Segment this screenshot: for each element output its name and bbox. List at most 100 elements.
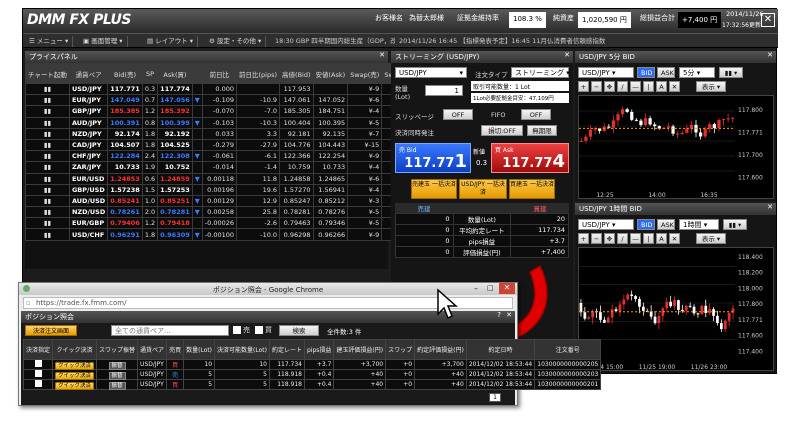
ask-cell[interactable]: 122.308 (157, 150, 193, 163)
delete-icon[interactable]: ✕ (669, 233, 680, 244)
chart-launch-icon[interactable]: ▮▮ (25, 183, 70, 196)
lossless-button[interactable]: 損切:OFF (481, 125, 523, 136)
chart1-ask-button[interactable]: ASK (657, 67, 675, 78)
hline-icon[interactable]: — (630, 233, 641, 244)
rate-row[interactable]: ▮▮ GBP/USD 1.57238 1.5 1.57253 0.00196 19.6 1.5… (25, 183, 448, 196)
rate-row[interactable]: ▮▮ CHF/JPY 122.284 2.4 122.308 ▼ -0.061 -6.1 122… (25, 150, 448, 163)
close-icon[interactable]: ✕ (767, 51, 773, 59)
chart2-period-select[interactable]: 1時間 ▾ (679, 219, 719, 230)
search-button[interactable]: 検索 (279, 325, 319, 336)
pair-filter-input[interactable]: 全ての通貨ペア... (111, 325, 229, 336)
sell-checkbox[interactable] (233, 326, 241, 334)
position-col-header[interactable]: 売買 (166, 339, 185, 360)
quick-settle-button[interactable]: クイック決済 (55, 361, 95, 370)
rate-row[interactable]: ▮▮ NZD/JPY 92.174 1.8 92.192 0.033 3.3 92.181 92… (25, 127, 448, 140)
bid-cell[interactable]: 1.24853 (107, 172, 143, 185)
bid-cell[interactable]: 0.96291 (107, 228, 143, 241)
buy-all-button[interactable]: 買建玉 一括決済 (509, 179, 555, 199)
rate-col-header[interactable]: チャート起動 (25, 63, 70, 84)
position-col-header[interactable]: 数量(Lot) (183, 339, 216, 360)
rate-row[interactable]: ▮▮ GBP/JPY 185.385 1.2 185.392 -0.070 -7.0 185.… (25, 105, 448, 118)
position-row[interactable]: クイック決済 振替 USD/JPY 売 5 5 118.918 +0.4 +40 +0 +40 201… (22, 369, 602, 380)
bid-cell[interactable]: 1.57238 (107, 183, 143, 196)
bid-cell[interactable]: 122.284 (107, 150, 143, 163)
ask-cell[interactable]: 0.78281 (157, 206, 193, 219)
draw-line-icon[interactable]: / (617, 81, 628, 92)
position-col-header[interactable]: pips損益 (303, 339, 335, 360)
sell-button[interactable]: 売 Bid 117.771 (395, 143, 471, 173)
bid-cell[interactable]: 92.174 (107, 127, 143, 140)
screen-button[interactable]: ▣ 画面管理 ▾ (79, 36, 128, 47)
buy-checkbox[interactable] (255, 326, 263, 334)
bid-cell[interactable]: 117.771 (107, 82, 143, 96)
slip-toggle[interactable]: OFF (443, 109, 473, 120)
swap-transfer-button[interactable]: 振替 (108, 381, 126, 390)
order-type-select[interactable]: ストリーミング ▾ (511, 67, 570, 78)
chart1-type-button[interactable]: ▮▮ ▾ (719, 67, 743, 78)
position-col-header[interactable]: 決済可能数量(Lot) (214, 339, 270, 360)
position-col-header[interactable]: 注文番号 (534, 339, 602, 360)
rate-row[interactable]: ▮▮ CAD/JPY 104.507 1.8 104.525 -0.279 -27.9 104… (25, 138, 448, 152)
fifo-toggle[interactable]: OFF (521, 109, 551, 120)
quick-settle-button[interactable]: クイック決済 (55, 381, 95, 390)
position-col-header[interactable]: 約定日時 (465, 339, 536, 360)
zoom-out-icon[interactable]: − (591, 233, 602, 244)
close-icon[interactable]: ✕ (379, 51, 385, 59)
chart-launch-icon[interactable]: ▮▮ (25, 82, 70, 96)
bid-cell[interactable]: 0.78261 (107, 206, 143, 219)
draw-line-icon[interactable]: / (617, 233, 628, 244)
rate-col-header[interactable]: 前日比(pips) (236, 63, 281, 84)
rate-row[interactable]: ▮▮ USD/JPY 117.771 0.3 117.774 0.000 117.953 ¥-… (25, 82, 448, 96)
ask-cell[interactable]: 1.57253 (157, 183, 193, 196)
chart-launch-icon[interactable]: ▮▮ (25, 172, 70, 185)
vline-icon[interactable]: | (643, 81, 654, 92)
close-icon[interactable]: ✕ (564, 51, 570, 59)
text-icon[interactable]: A (656, 233, 667, 244)
bid-cell[interactable]: 100.391 (107, 116, 143, 129)
move-icon[interactable]: ✥ (604, 233, 615, 244)
settle-order-button[interactable]: 決済注文画面 (25, 325, 77, 336)
position-col-header[interactable]: 通貨ペア (137, 339, 168, 360)
rate-row[interactable]: ▮▮ USD/CHF 0.96291 1.8 0.96309 ▼ -0.00100 -10.0… (25, 228, 448, 241)
help-icon[interactable]: ? (497, 311, 501, 319)
quick-settle-button[interactable]: クイック決済 (55, 371, 95, 380)
move-icon[interactable]: ✥ (604, 81, 615, 92)
position-col-header[interactable]: 決済指定 (22, 339, 54, 360)
chart2-type-button[interactable]: ▮▮ ▾ (723, 219, 747, 230)
buy-button[interactable]: 買 Ask 117.774 (491, 143, 569, 173)
chart1-bid-button[interactable]: BID (637, 67, 655, 78)
chart2-pair-select[interactable]: USD/JPY ▾ (578, 219, 634, 230)
pair-select[interactable]: USD/JPY ▾ (395, 67, 467, 78)
ask-cell[interactable]: 147.056 (157, 94, 193, 107)
ask-cell[interactable]: 104.525 (157, 138, 193, 152)
minimize-icon[interactable]: – (474, 284, 478, 293)
delete-icon[interactable]: ✕ (669, 81, 680, 92)
rate-row[interactable]: ▮▮ AUD/USD 0.85241 1.0 0.85251 ▼ 0.00129 12.9 0.… (25, 194, 448, 208)
rate-row[interactable]: ▮▮ EUR/JPY 147.049 0.7 147.056 ▼ -0.109 -10.9 14… (25, 94, 448, 107)
chart-launch-icon[interactable]: ▮▮ (25, 206, 70, 219)
chart1-pair-select[interactable]: USD/JPY ▾ (578, 67, 634, 78)
ask-cell[interactable]: 185.392 (157, 105, 193, 118)
position-col-header[interactable]: クイック決済 (52, 339, 98, 360)
ask-cell[interactable]: 100.399 (157, 116, 193, 129)
rate-col-header[interactable]: 高値(Bid) (279, 63, 314, 84)
rate-col-header[interactable] (191, 63, 203, 84)
chart-launch-icon[interactable]: ▮▮ (25, 94, 70, 107)
rate-col-header[interactable]: SP (141, 63, 159, 84)
bid-cell[interactable]: 147.049 (107, 94, 143, 107)
ask-cell[interactable]: 0.85251 (157, 194, 193, 208)
bid-cell[interactable]: 0.79406 (107, 217, 143, 230)
rate-col-header[interactable]: Ask(買) (157, 63, 193, 84)
chart1-canvas[interactable]: 117.800 117.771 117.700 117.600 12:25 14:00 16… (578, 95, 774, 199)
bid-cell[interactable]: 0.85241 (107, 194, 143, 208)
chart2-display-button[interactable]: 表示 ▾ (696, 233, 726, 244)
chart-launch-icon[interactable]: ▮▮ (25, 127, 70, 140)
position-col-header[interactable]: 約定レート (268, 339, 306, 360)
text-icon[interactable]: A (656, 81, 667, 92)
close-icon[interactable]: ✕ (767, 203, 773, 211)
rate-row[interactable]: ▮▮ NZD/USD 0.78261 2.0 0.78281 ▼ 0.00258 25.8 0.… (25, 206, 448, 219)
chart-launch-icon[interactable]: ▮▮ (25, 194, 70, 208)
maximize-icon[interactable]: □ (487, 284, 494, 292)
position-col-header[interactable]: 約定評価損益(円) (414, 339, 467, 360)
rate-col-header[interactable]: Swap(売) (347, 63, 383, 84)
